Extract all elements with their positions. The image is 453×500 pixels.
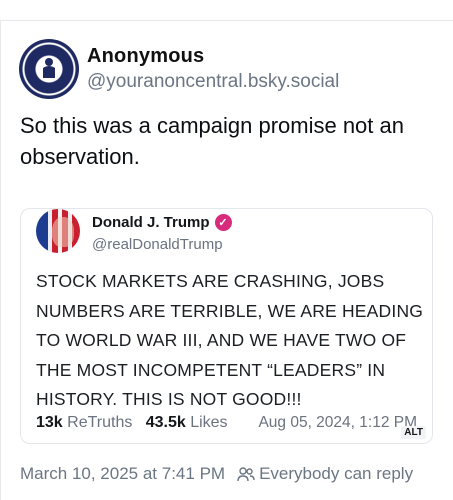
quoted-post-date: Aug 05, 2024, 1:12 PM bbox=[258, 414, 417, 431]
author-handle[interactable]: @youranoncentral.bsky.social bbox=[87, 69, 339, 95]
quoted-author-avatar bbox=[36, 209, 80, 253]
post-timestamp[interactable]: March 10, 2025 at 7:41 PM bbox=[20, 464, 225, 484]
quoted-author-name: Donald J. Trump bbox=[92, 214, 210, 231]
likes-label: Likes bbox=[190, 414, 228, 431]
author-avatar[interactable] bbox=[19, 39, 79, 99]
post-header: Anonymous @youranoncentral.bsky.social bbox=[19, 38, 339, 100]
quoted-post-card[interactable]: Donald J. Trump ✓ @realDonaldTrump STOCK… bbox=[20, 208, 433, 444]
reply-setting-label[interactable]: Everybody can reply bbox=[259, 464, 413, 484]
anonymous-mask-icon bbox=[43, 58, 55, 78]
retruths-count: 13k bbox=[36, 414, 63, 431]
author-name[interactable]: Anonymous bbox=[87, 43, 339, 69]
alt-text-badge[interactable]: ALT bbox=[401, 426, 426, 439]
quoted-post-stats: 13k ReTruths 43.5k Likes bbox=[36, 414, 228, 432]
verified-check-icon: ✓ bbox=[214, 214, 232, 231]
quoted-post-text: STOCK MARKETS ARE CRASHING, JOBS NUMBERS… bbox=[36, 271, 424, 409]
left-divider bbox=[0, 20, 1, 500]
post-footer: March 10, 2025 at 7:41 PM Everybody can … bbox=[20, 464, 413, 484]
quoted-author-handle: @realDonaldTrump bbox=[92, 236, 223, 253]
retruths-label: ReTruths bbox=[67, 414, 133, 431]
post-text: So this was a campaign promise not an ob… bbox=[20, 113, 404, 169]
people-icon bbox=[237, 467, 255, 482]
top-divider bbox=[0, 20, 453, 21]
likes-count: 43.5k bbox=[145, 414, 186, 431]
